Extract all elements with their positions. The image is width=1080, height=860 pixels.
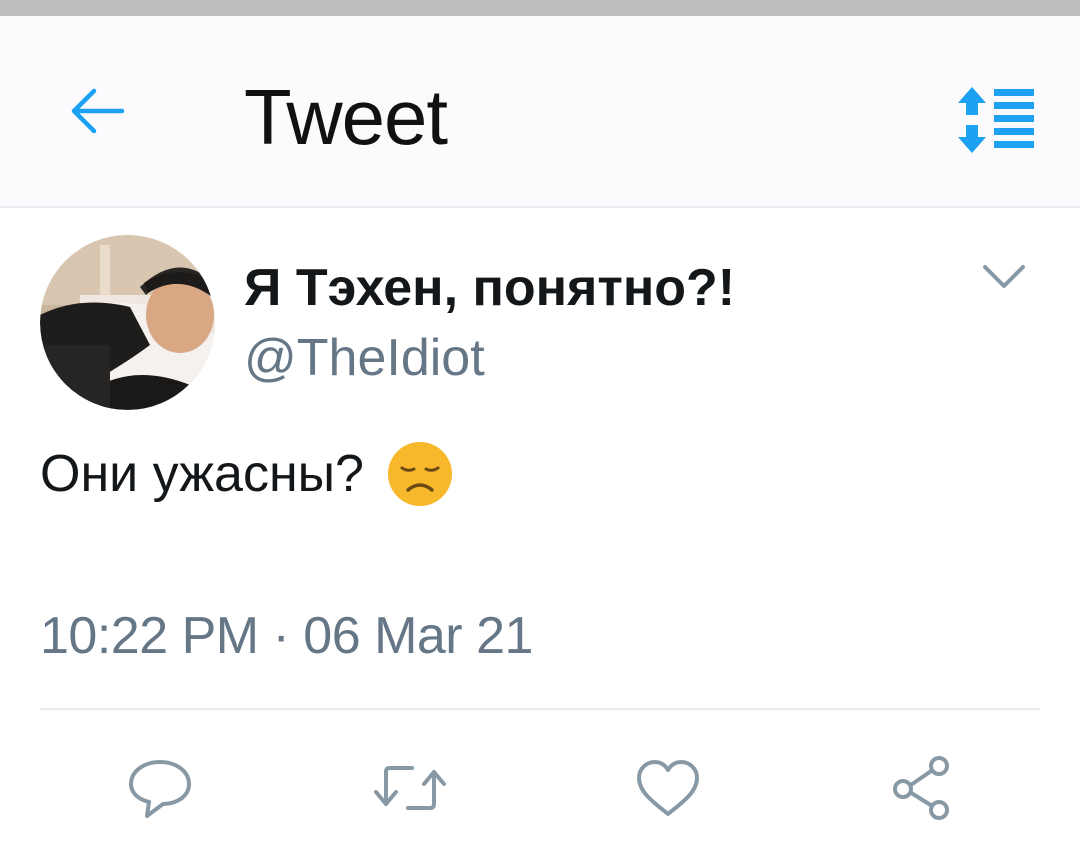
disappointed-face-emoji	[387, 442, 452, 506]
page-title: Tweet	[244, 73, 448, 161]
retweet-icon	[374, 766, 446, 810]
author-handle[interactable]: @TheIdiot	[244, 326, 485, 390]
like-button[interactable]	[628, 748, 708, 828]
share-button[interactable]	[882, 748, 962, 828]
status-bar-strip	[0, 0, 1080, 16]
back-button[interactable]	[62, 80, 130, 142]
author-name[interactable]: Я Тэхен, понятно?!	[244, 256, 735, 320]
profile-photo	[40, 235, 215, 410]
header-bar: Tweet	[0, 16, 1080, 208]
tweet-timestamp: 10:22 PM · 06 Mar 21	[40, 607, 533, 665]
reply-icon	[129, 760, 191, 818]
divider	[40, 708, 1040, 710]
retweet-button[interactable]	[370, 748, 450, 828]
sort-button[interactable]	[952, 80, 1044, 160]
heart-icon	[637, 760, 699, 816]
sort-order-icon	[958, 87, 1034, 153]
arrow-left-icon	[71, 88, 125, 134]
avatar[interactable]	[40, 235, 215, 410]
share-icon	[893, 756, 949, 820]
tweet-menu-button[interactable]	[972, 252, 1036, 302]
chevron-down-icon	[983, 265, 1025, 288]
tweet-body: Они ужасны?	[40, 440, 454, 508]
tweet-card: Я Тэхен, понятно?! @TheIdiot Они ужасны?…	[0, 208, 1080, 860]
reply-button[interactable]	[120, 748, 200, 828]
tweet-text: Они ужасны?	[40, 445, 364, 503]
